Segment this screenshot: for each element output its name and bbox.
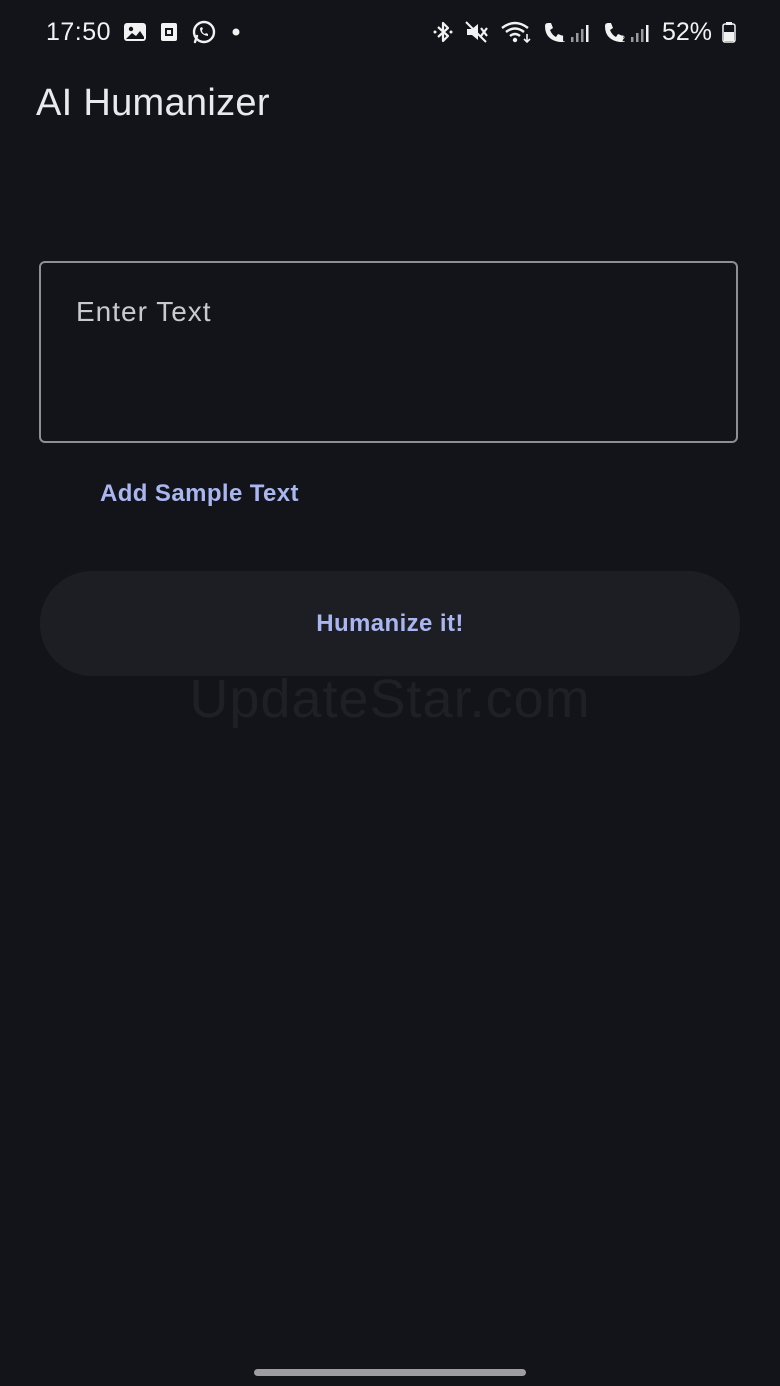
- bluetooth-icon: [432, 20, 454, 44]
- battery-percent: 52%: [661, 17, 712, 46]
- text-input-placeholder: Enter Text: [76, 296, 212, 327]
- page-title: AI Humanizer: [36, 82, 270, 124]
- status-left: 17:50: [46, 16, 243, 48]
- status-time: 17:50: [46, 17, 112, 46]
- volte1-signal-icon: 1: [542, 20, 592, 44]
- svg-text:2: 2: [620, 34, 625, 44]
- svg-text:1: 1: [560, 34, 565, 44]
- volte2-signal-icon: 2: [602, 20, 652, 44]
- status-right: 1 2 52%: [432, 16, 736, 48]
- mute-icon: [464, 20, 490, 44]
- humanize-button-label: Humanize it!: [316, 609, 464, 637]
- screenshot-icon: [159, 21, 179, 43]
- home-indicator[interactable]: [254, 1369, 526, 1376]
- battery-icon: [722, 21, 736, 43]
- add-sample-text-button[interactable]: Add Sample Text: [100, 480, 299, 508]
- humanize-button[interactable]: Humanize it!: [40, 571, 740, 676]
- text-input-field[interactable]: Enter Text: [39, 261, 738, 443]
- gallery-icon: [123, 21, 147, 43]
- wifi-icon: [500, 20, 532, 44]
- whatsapp-icon: [191, 19, 217, 45]
- watermark: UpdateStar.com: [189, 669, 591, 729]
- dot-icon: [229, 25, 243, 39]
- status-bar: 17:50 1 2 52%: [0, 0, 780, 64]
